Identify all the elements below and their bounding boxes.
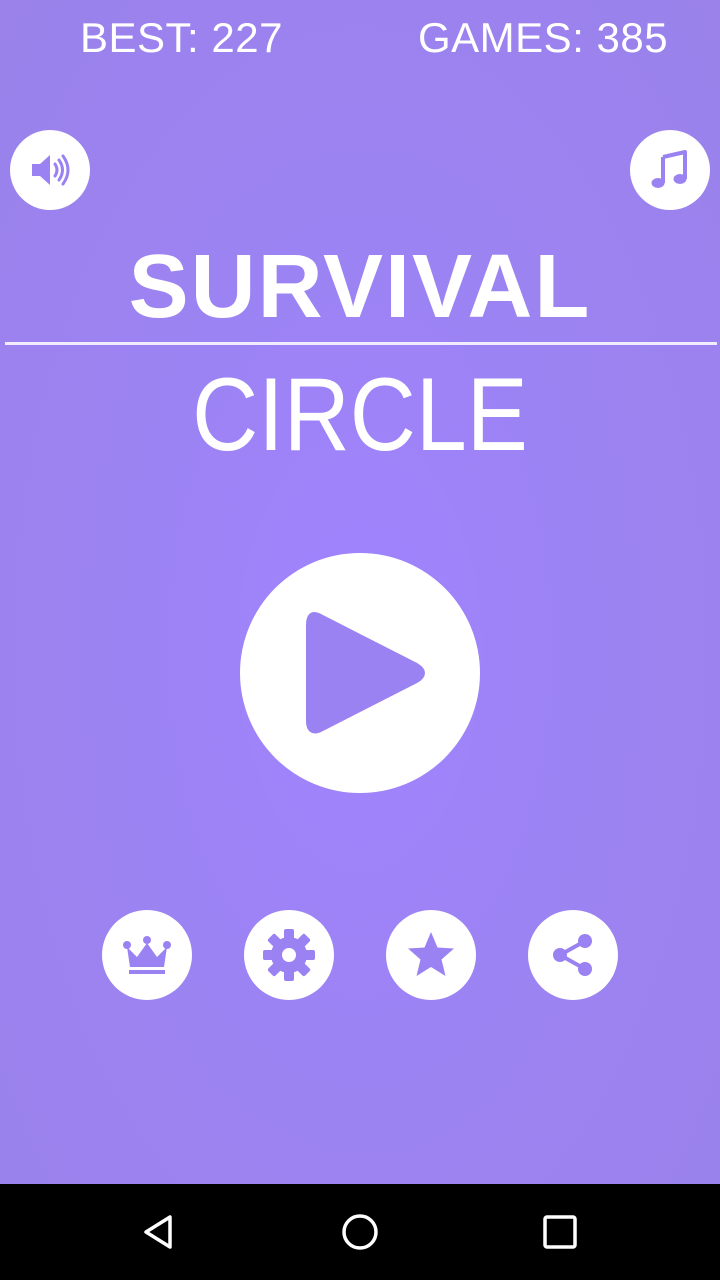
sound-toggle-button[interactable]	[10, 130, 90, 210]
back-triangle-icon	[144, 1215, 172, 1249]
play-button[interactable]	[240, 553, 480, 793]
best-score: BEST: 227	[80, 14, 283, 61]
settings-button[interactable]	[244, 910, 334, 1000]
speaker-icon	[32, 154, 70, 186]
nav-recents-button[interactable]	[536, 1208, 584, 1256]
nav-home-button[interactable]	[336, 1208, 384, 1256]
title-survival: SURVIVAL	[128, 237, 592, 337]
play-icon	[306, 612, 425, 734]
star-icon	[408, 932, 454, 976]
title-circle: CIRCLE	[192, 357, 528, 473]
title-divider	[5, 342, 717, 345]
music-toggle-button[interactable]	[630, 130, 710, 210]
share-icon	[553, 934, 592, 976]
games-count: GAMES: 385	[418, 14, 669, 61]
rate-button[interactable]	[386, 910, 476, 1000]
game-menu-screen: BEST: 227 GAMES: 385 SURVIVAL CIRCLE	[0, 0, 720, 1184]
crown-icon	[123, 936, 171, 974]
gear-icon	[263, 929, 315, 981]
leaderboard-button[interactable]	[102, 910, 192, 1000]
share-button[interactable]	[528, 910, 618, 1000]
home-circle-icon	[342, 1214, 378, 1250]
nav-back-button[interactable]	[136, 1208, 184, 1256]
music-note-icon	[651, 150, 687, 188]
recents-square-icon	[543, 1215, 577, 1249]
android-navigation-bar	[0, 1184, 720, 1280]
